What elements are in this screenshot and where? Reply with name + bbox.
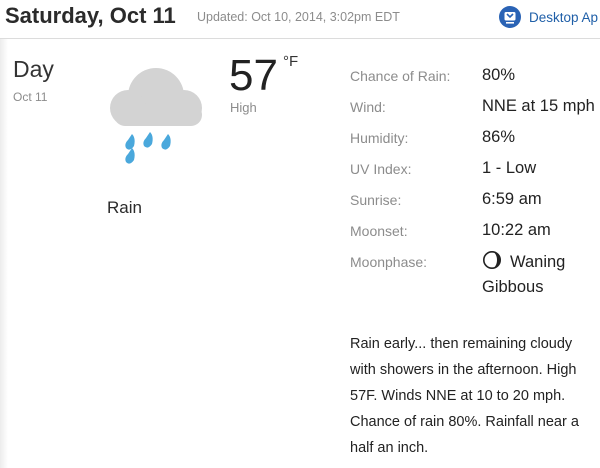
detail-value: 1 - Low: [482, 159, 537, 177]
temperature-label: High: [230, 100, 257, 115]
temperature-unit: °F: [283, 53, 299, 70]
detail-value: 86%: [482, 128, 516, 146]
condition-text: Rain: [107, 198, 142, 217]
detail-label: Moonset:: [350, 223, 408, 239]
detail-label: Sunrise:: [350, 192, 402, 208]
rain-cloud-icon: [110, 68, 202, 164]
detail-label: Wind:: [350, 99, 386, 115]
left-edge-shade: [0, 39, 8, 468]
page-title: Saturday, Oct 11: [5, 3, 176, 28]
desktop-app-label: Desktop Ap: [529, 9, 599, 25]
detail-value: 6:59 am: [482, 190, 542, 208]
forecast-description: Rain early... then remaining cloudy with…: [350, 336, 579, 456]
desktop-app-icon: [499, 6, 521, 28]
updated-timestamp: Updated: Oct 10, 2014, 3:02pm EDT: [197, 10, 400, 24]
waning-gibbous-moon-icon: [483, 251, 501, 269]
moonphase-value: Waning Gibbous: [482, 250, 600, 300]
detail-value: 10:22 am: [482, 221, 551, 239]
detail-label: Chance of Rain:: [350, 68, 451, 84]
detail-value: 80%: [482, 66, 516, 84]
page-header: Saturday, Oct 11 Updated: Oct 10, 2014, …: [0, 0, 600, 39]
detail-label: Moonphase:: [350, 254, 428, 270]
detail-value: NNE at 15 mph: [482, 97, 595, 115]
temperature-value: 57: [229, 51, 278, 100]
desktop-app-link[interactable]: Desktop Ap: [498, 5, 598, 29]
detail-label: Humidity:: [350, 130, 409, 146]
forecast-date: Oct 11: [13, 90, 48, 104]
detail-label: UV Index:: [350, 161, 412, 177]
forecast-period: Day: [13, 56, 54, 82]
